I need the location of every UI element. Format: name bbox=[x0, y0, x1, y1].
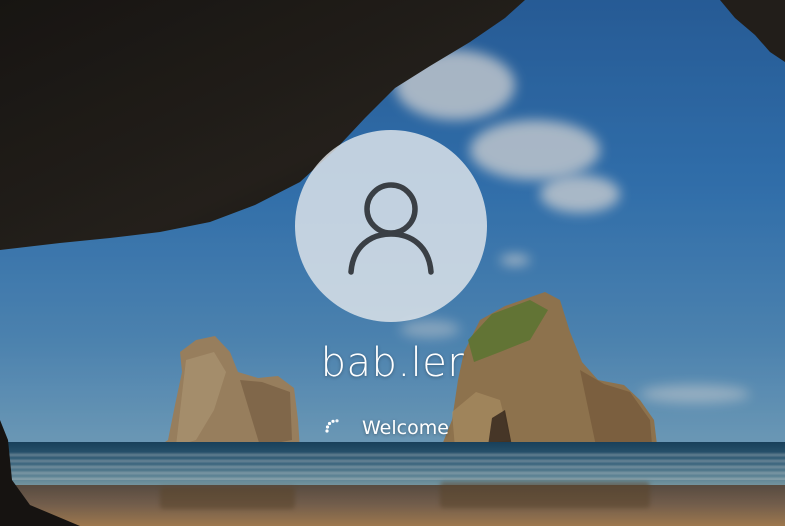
username-label: bab.ler bbox=[320, 340, 465, 386]
user-avatar bbox=[295, 130, 487, 322]
lock-screen: bab.ler Welcome bbox=[0, 0, 785, 526]
user-silhouette-icon bbox=[348, 182, 434, 275]
welcome-text: Welcome bbox=[362, 417, 449, 439]
sign-in-status: Welcome bbox=[322, 414, 449, 442]
loading-spinner-icon bbox=[325, 419, 339, 433]
